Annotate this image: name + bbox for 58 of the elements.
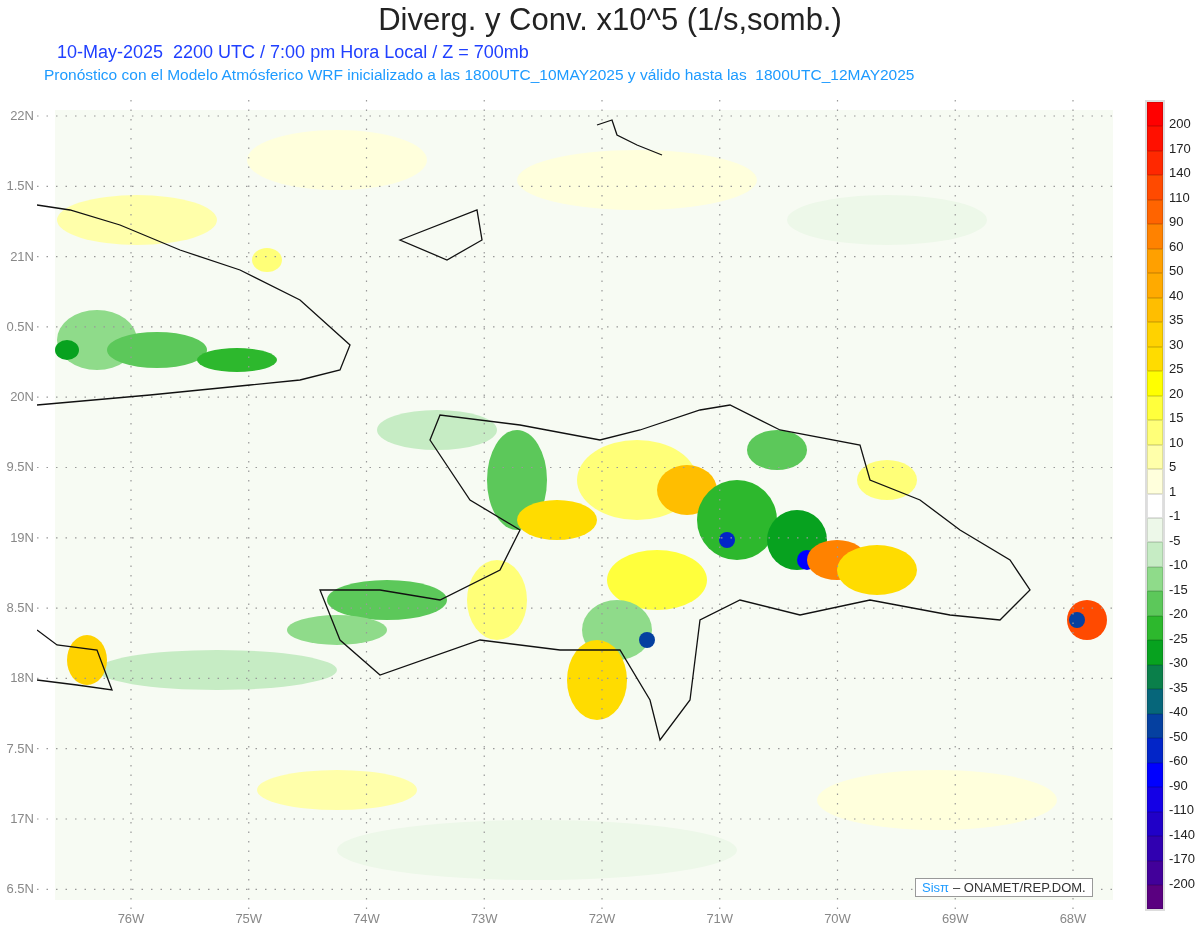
color-scale-label: -110 [1169,802,1196,819]
latitude-label: 8.5N [5,599,35,618]
latitude-label: 20N [9,388,35,407]
latitude-label: 19N [9,528,35,547]
color-scale-label: -40 [1169,704,1189,721]
latitude-label: 0.5N [5,317,35,336]
color-scale-label: 140 [1169,165,1192,182]
longitude-label: 72W [587,911,617,927]
latitude-label: 18N [9,669,35,688]
color-scale-label: -200 [1169,875,1196,893]
color-scale-label: 10 [1169,434,1185,452]
latitude-label: 6.5N [5,880,35,899]
color-scale-label: -35 [1169,679,1189,697]
map-title: Diverg. y Conv. x10^5 (1/s,somb.) [377,2,843,38]
longitude-label: 68W [1058,911,1088,927]
latitude-label: 9.5N [5,458,35,477]
color-scale-label: 30 [1169,336,1185,354]
color-scale-label: 1 [1169,483,1178,501]
latitude-label: 21N [9,247,35,266]
color-scale-label: 20 [1169,385,1185,403]
latitude-label: 1.5N [5,177,35,196]
color-scale-label: -50 [1169,728,1189,746]
color-scale-label: -15 [1169,581,1189,599]
color-scale-label: 50 [1169,263,1185,280]
longitude-label: 76W [116,911,146,927]
color-scale-label: -30 [1169,655,1189,672]
latitude-label: 17N [9,809,35,828]
color-scale-label: -25 [1169,630,1189,648]
latitude-label: 7.5N [5,739,35,758]
color-scale-label: 110 [1169,189,1191,207]
color-scale-label: -20 [1169,606,1189,623]
color-scale-label: 15 [1169,410,1185,427]
longitude-label: 71W [705,911,735,927]
color-scale-label: -170 [1169,851,1196,868]
color-scale-label: 200 [1169,116,1192,133]
color-scale-label: 170 [1169,140,1192,158]
color-scale-label: 35 [1169,312,1185,329]
color-scale-label: -90 [1169,777,1189,795]
longitude-label: 70W [823,911,852,927]
color-scale-label: 5 [1169,459,1178,476]
forecast-description: Pronóstico con el Modelo Atmósferico WRF inicializado a las 1800UTC_10MAY2025 y válido hasta las 1800UTC_12MAY2025 [44,66,915,84]
latitude-label: 22N [9,107,35,125]
color-scale-label: -140 [1169,826,1196,844]
color-scale-label: -1 [1169,508,1182,525]
color-scale-label: -5 [1169,532,1182,550]
color-scale-label: -60 [1169,753,1189,770]
longitude-label: 75W [234,911,264,927]
longitude-label: 74W [352,911,381,927]
brand-logo-text: Sisπ [922,880,950,895]
color-scale-label: 25 [1169,361,1185,378]
longitude-label: 73W [469,911,499,927]
longitude-label: 69W [940,911,970,927]
color-scale-label: -10 [1169,557,1189,574]
credit-text: – ONAMET/REP.DOM. [953,880,1086,895]
color-scale-label: 60 [1169,238,1185,256]
valid-time-text: 10-May-2025 2200 UTC / 7:00 pm Hora Local / Z = 700mb [57,42,529,63]
color-scale-label: 90 [1169,214,1185,231]
color-scale-label: 40 [1169,287,1185,305]
